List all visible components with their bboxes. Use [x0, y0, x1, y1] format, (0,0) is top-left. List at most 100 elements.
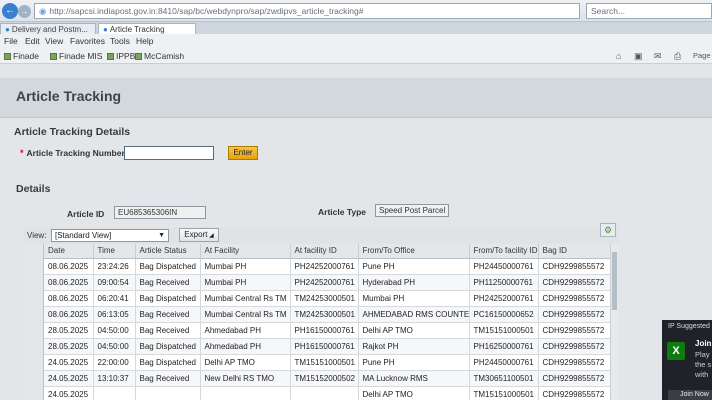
notification-header: IP Suggested [668, 323, 710, 330]
forward-arrow-icon[interactable]: → [18, 5, 31, 18]
from-to-office-cell: MA Lucknow RMS [358, 370, 470, 387]
favorite-finade[interactable]: Finade [4, 51, 39, 61]
menu-favorites[interactable]: Favorites [70, 36, 105, 46]
table-row[interactable]: 24.05.2025 Delhi AP TMO TM15151000501 CDH92… [44, 386, 611, 400]
facility-id-cell: TM24253000501 [290, 290, 359, 307]
chevron-down-icon: ▼ [158, 232, 165, 239]
article-type-field: Speed Post Parcel I [375, 204, 449, 217]
view-select[interactable]: [Standard View] ▼ [51, 229, 169, 242]
from-to-facility-id-cell: PH24450000761 [469, 354, 539, 371]
time-cell: 09:00:54 [93, 274, 136, 291]
facility-id-cell: TM15151000501 [290, 354, 359, 371]
table-row[interactable]: 24.05.2025 13:10:37 Bag Received New Delhi … [44, 370, 611, 387]
tracking-details-title: Article Tracking Details [14, 126, 131, 138]
tab-delivery[interactable]: ● Delivery and Postm... [0, 23, 96, 34]
from-to-office-cell: Pune PH [358, 354, 470, 371]
view-label: View: [27, 231, 47, 240]
table-row[interactable]: 28.05.2025 04:50:00 Bag Dispatched Ahmedaba… [44, 338, 611, 355]
page-menu[interactable]: Page [693, 51, 711, 60]
facility-id-cell [290, 386, 359, 400]
favorite-mccamish[interactable]: McCamish [135, 51, 184, 61]
table-row[interactable]: 08.06.2025 06:13:05 Bag Received Mumbai Cen… [44, 306, 611, 323]
article-id-field: EU685365306IN [114, 206, 206, 219]
favorite-finade-mis[interactable]: Finade MIS [50, 51, 102, 61]
table-row[interactable]: 08.06.2025 23:24:26 Bag Dispatched Mumbai P… [44, 258, 611, 275]
required-asterisk: * [20, 148, 24, 158]
col-at-facility-id[interactable]: At facility ID [290, 244, 359, 259]
table-row[interactable]: 08.06.2025 06:20:41 Bag Dispatched Mumbai C… [44, 290, 611, 307]
time-cell: 06:13:05 [93, 306, 136, 323]
table-row[interactable]: 28.05.2025 04:50:00 Bag Received Ahmedabad … [44, 322, 611, 339]
col-at-facility[interactable]: At Facility [200, 244, 291, 259]
menu-edit[interactable]: Edit [25, 36, 40, 46]
tracking-table: Date Time Article Status At Facility At … [44, 244, 611, 400]
facility-id-cell: PH16150000761 [290, 322, 359, 339]
page-title: Article Tracking [16, 88, 122, 104]
enter-button[interactable]: Enter [228, 146, 258, 160]
notification-line: the s [695, 360, 712, 369]
export-button[interactable]: Export ◢ [179, 228, 219, 242]
bag-id-cell: CDH9299855572 [538, 354, 611, 371]
notification-title: Join [695, 339, 712, 348]
menu-tools[interactable]: Tools [110, 36, 130, 46]
back-arrow-icon[interactable]: ← [2, 3, 18, 19]
tab-page-icon: ● [103, 25, 108, 34]
table-row[interactable]: 24.05.2025 22:00:00 Bag Dispatched Delhi AP… [44, 354, 611, 371]
time-cell: 22:00:00 [93, 354, 136, 371]
tab-bar: ● Delivery and Postm... ● Article Tracking [0, 22, 712, 34]
status-cell: Bag Received [135, 274, 201, 291]
col-bag-id[interactable]: Bag ID [538, 244, 611, 259]
xbox-logo-icon: X [667, 342, 685, 360]
bag-id-cell: CDH9299855572 [538, 274, 611, 291]
date-cell: 08.06.2025 [44, 258, 94, 275]
col-time[interactable]: Time [93, 244, 136, 259]
status-cell: Bag Dispatched [135, 258, 201, 275]
favorite-page-icon [50, 53, 57, 60]
col-from-to-facility-id[interactable]: From/To facility ID [469, 244, 539, 259]
mail-icon[interactable]: ✉ [654, 51, 662, 62]
from-to-office-cell: Mumbai PH [358, 290, 470, 307]
scrollbar-thumb[interactable] [612, 252, 617, 310]
tracking-number-input[interactable] [124, 146, 214, 160]
table-scrollbar[interactable] [610, 244, 618, 400]
bag-id-cell: CDH9299855572 [538, 338, 611, 355]
suggested-notification[interactable]: IP Suggested X Join Play the s with Join… [662, 320, 712, 400]
table-settings-icon[interactable]: ⚙ [600, 223, 616, 237]
facility-id-cell: PH24252000761 [290, 258, 359, 275]
col-from-to-office[interactable]: From/To Office [358, 244, 470, 259]
facility-cell [200, 386, 291, 400]
menu-view[interactable]: View [45, 36, 63, 46]
facility-id-cell: PH24252000761 [290, 274, 359, 291]
col-date[interactable]: Date [44, 244, 94, 259]
from-to-facility-id-cell: PH24450000761 [469, 258, 539, 275]
from-to-facility-id-cell: PC16150000652 [469, 306, 539, 323]
article-type-label: Article Type [318, 207, 367, 217]
time-cell: 04:50:00 [93, 338, 136, 355]
from-to-office-cell: Rajkot PH [358, 338, 470, 355]
print-icon[interactable]: ⎙ [674, 51, 681, 62]
date-cell: 08.06.2025 [44, 274, 94, 291]
facility-cell: New Delhi RS TMO [200, 370, 291, 387]
status-cell: Bag Received [135, 322, 201, 339]
url-input[interactable]: ◉ http://sapcsi.indiapost.gov.in:8410/sap… [34, 3, 580, 19]
facility-id-cell: TM15152000502 [290, 370, 359, 387]
time-cell: 23:24:26 [93, 258, 136, 275]
home-icon[interactable]: ⌂ [616, 51, 621, 61]
status-cell: Bag Dispatched [135, 290, 201, 307]
row-selector-column[interactable] [24, 244, 44, 400]
time-cell: 04:50:00 [93, 322, 136, 339]
join-now-button[interactable]: Join Now [668, 390, 712, 400]
facility-cell: Ahmedabad PH [200, 322, 291, 339]
feeds-icon[interactable]: ▣ [634, 51, 643, 62]
date-cell: 28.05.2025 [44, 338, 94, 355]
table-header-row: Date Time Article Status At Facility At … [44, 244, 611, 259]
menu-file[interactable]: File [4, 36, 18, 46]
favorite-page-icon [135, 53, 142, 60]
tab-article-tracking[interactable]: ● Article Tracking [98, 23, 196, 34]
table-row[interactable]: 08.06.2025 09:00:54 Bag Received Mumbai PH P… [44, 274, 611, 291]
favorite-ippb[interactable]: IPPB [107, 51, 135, 61]
menu-help[interactable]: Help [136, 36, 153, 46]
browser-search-input[interactable]: Search... [586, 3, 712, 19]
col-article-status[interactable]: Article Status [135, 244, 201, 259]
from-to-facility-id-cell: PH11250000761 [469, 274, 539, 291]
